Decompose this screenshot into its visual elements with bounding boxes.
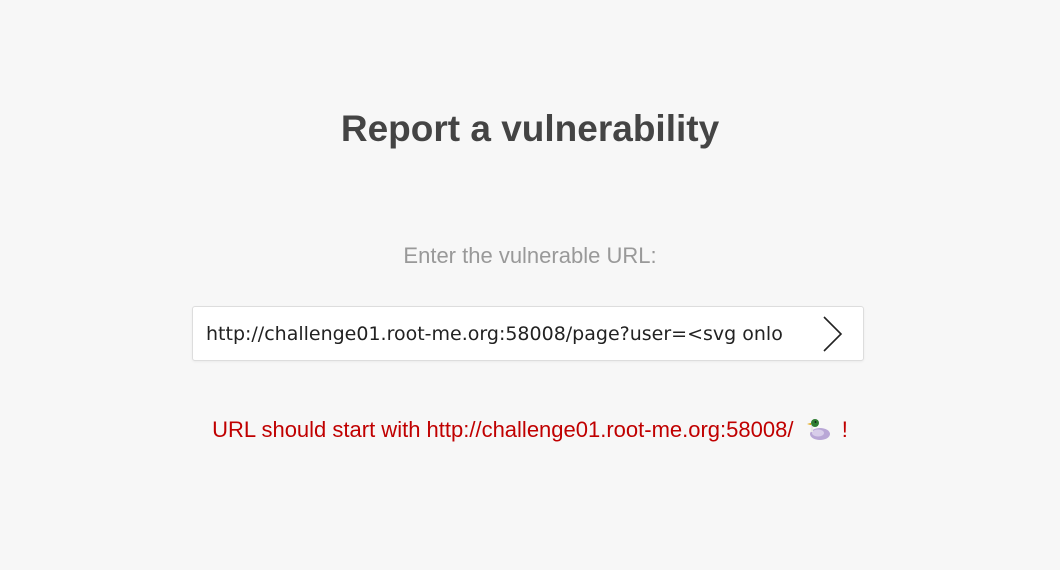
error-text: URL should start with http://challenge01… — [212, 417, 794, 442]
page-title: Report a vulnerability — [340, 108, 720, 149]
url-form — [192, 306, 864, 361]
error-suffix: ! — [841, 417, 848, 442]
error-message: URL should start with http://challenge01… — [0, 416, 1060, 448]
duck-icon — [806, 417, 832, 448]
url-input[interactable] — [206, 307, 796, 360]
chevron-right-icon — [823, 315, 843, 352]
submit-button[interactable] — [803, 307, 863, 360]
url-prompt-label: Enter the vulnerable URL: — [403, 243, 657, 268]
